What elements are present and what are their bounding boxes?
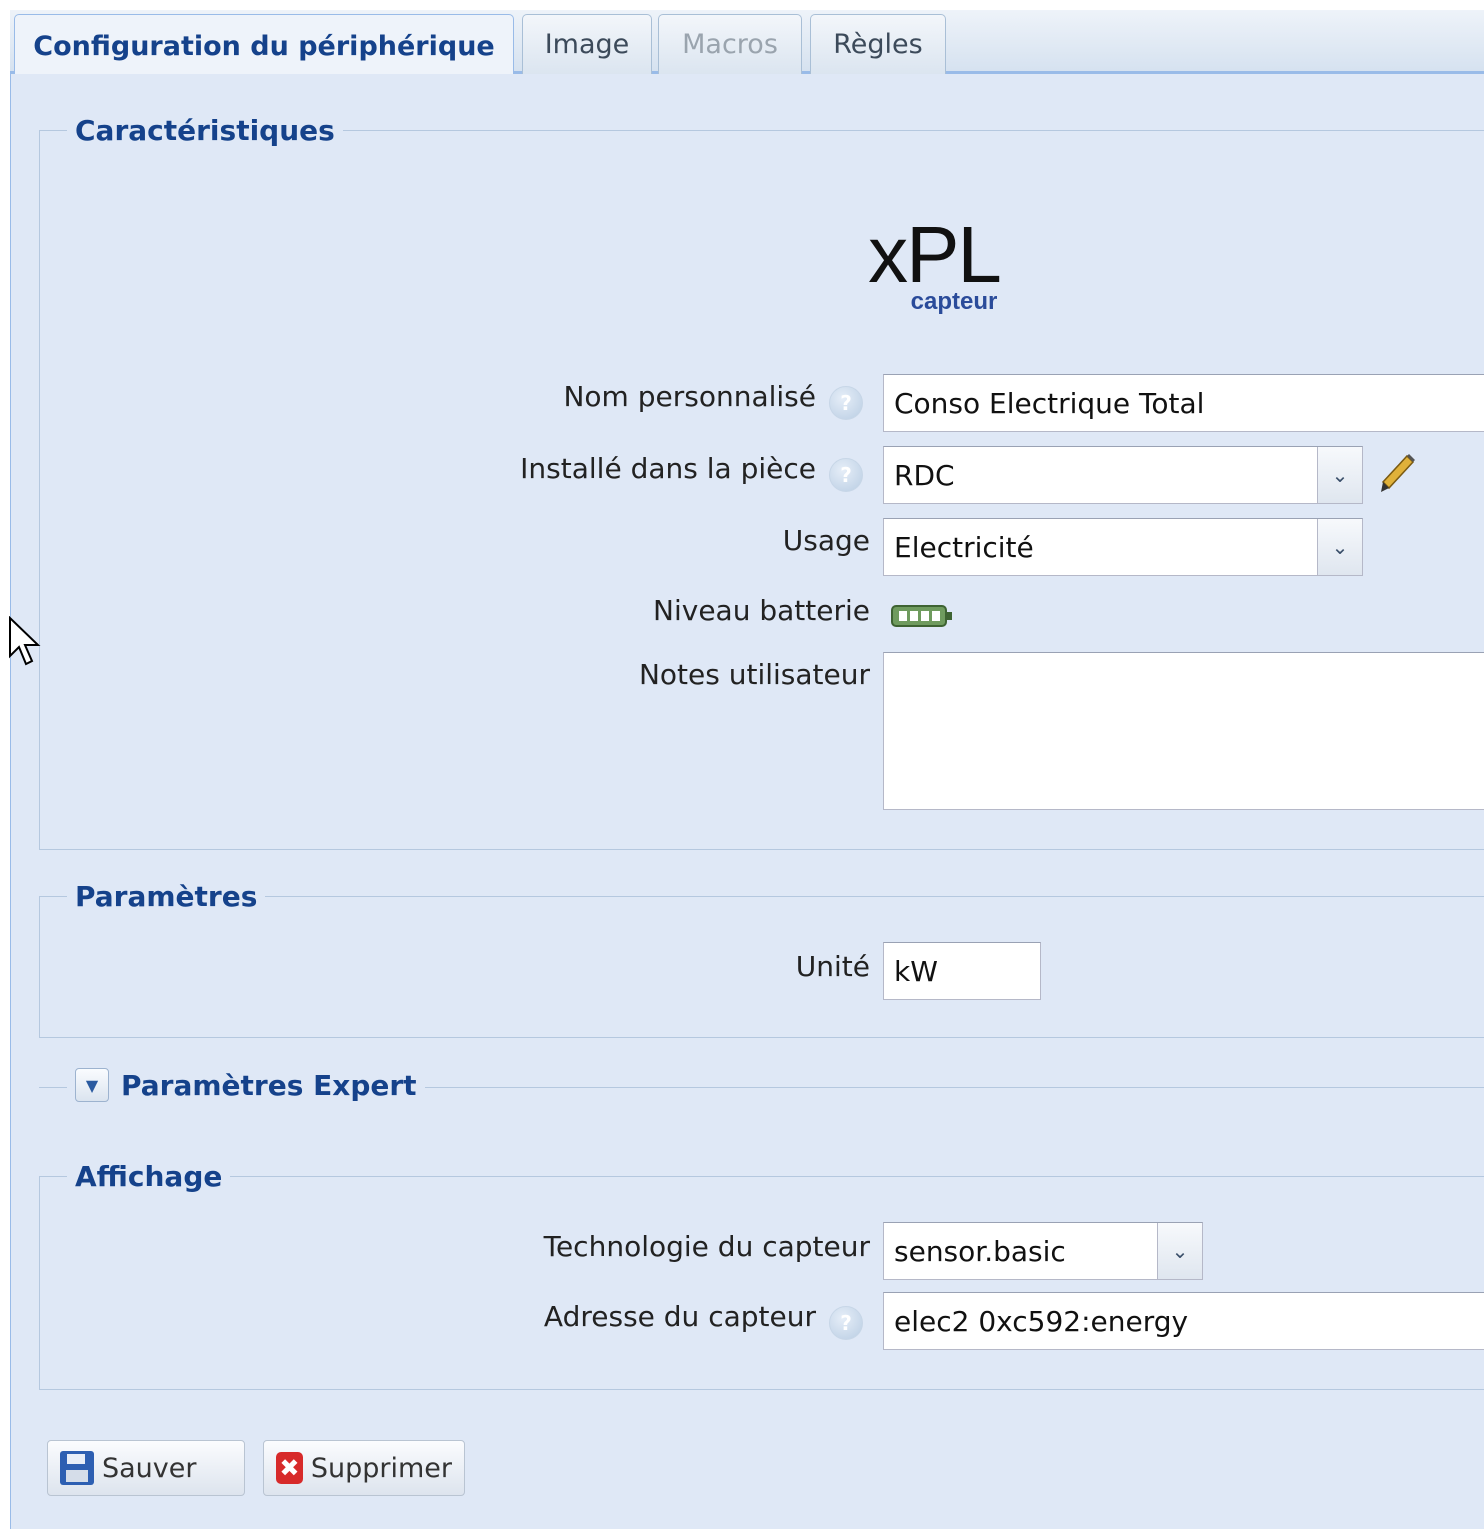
unit-label: Unité <box>795 950 870 983</box>
battery-label: Niveau batterie <box>653 594 870 627</box>
xpl-logo: xPL capteur <box>859 214 1009 316</box>
battery-cell <box>921 611 929 621</box>
battery-icon <box>891 604 953 628</box>
address-label: Adresse du capteur <box>543 1300 816 1333</box>
display-legend: Affichage <box>67 1160 231 1193</box>
characteristics-legend: Caractéristiques <box>67 114 343 147</box>
chevron-down-icon[interactable]: ⌄ <box>1157 1223 1202 1279</box>
tech-label: Technologie du capteur <box>543 1230 870 1263</box>
save-button[interactable]: Sauver <box>47 1440 245 1496</box>
expert-legend: Paramètres Expert <box>121 1068 417 1102</box>
usage-label: Usage <box>782 524 870 557</box>
delete-button[interactable]: ✖ Supprimer <box>263 1440 465 1496</box>
xpl-logo-main: xPL <box>868 210 1002 299</box>
help-icon[interactable]: ? <box>829 458 863 492</box>
collapse-toggle-icon[interactable]: ▼ <box>75 1068 109 1102</box>
save-button-label: Sauver <box>102 1452 197 1484</box>
usage-select-value: Electricité <box>894 530 1034 564</box>
display-fieldset <box>39 1176 1484 1390</box>
tab-bar: Configuration du périphérique Image Macr… <box>10 10 1484 77</box>
usage-select[interactable]: Electricité ⌄ <box>883 518 1363 576</box>
device-config-panel: Caractéristiques xPL capteur Nom personn… <box>10 74 1484 1529</box>
delete-button-label: Supprimer <box>310 1452 452 1484</box>
chevron-down-icon[interactable]: ⌄ <box>1317 519 1362 575</box>
notes-textarea[interactable] <box>883 652 1484 810</box>
expert-header[interactable]: ▼ Paramètres Expert <box>67 1068 425 1102</box>
room-select-value: RDC <box>894 458 955 492</box>
notes-label: Notes utilisateur <box>638 658 870 691</box>
mouse-cursor-icon <box>8 615 44 670</box>
battery-cell <box>910 611 918 621</box>
tab-image[interactable]: Image <box>522 14 652 74</box>
room-label: Installé dans la pièce <box>520 452 816 485</box>
tab-configuration[interactable]: Configuration du périphérique <box>14 14 514 77</box>
battery-cell <box>899 611 907 621</box>
delete-icon: ✖ <box>276 1452 303 1484</box>
tab-macros[interactable]: Macros <box>658 14 802 74</box>
parameters-fieldset <box>39 896 1484 1038</box>
help-icon[interactable]: ? <box>829 386 863 420</box>
room-select[interactable]: RDC ⌄ <box>883 446 1363 504</box>
address-input[interactable]: elec2 0xc592:energy <box>883 1292 1484 1350</box>
unit-input[interactable]: kW <box>883 942 1041 1000</box>
custom-name-label: Nom personnalisé <box>563 380 816 413</box>
tech-select-value: sensor.basic <box>894 1234 1066 1268</box>
chevron-down-icon[interactable]: ⌄ <box>1317 447 1362 503</box>
pencil-icon[interactable] <box>1377 452 1417 496</box>
battery-cell <box>932 611 940 621</box>
parameters-legend: Paramètres <box>67 880 266 913</box>
tab-rules[interactable]: Règles <box>810 14 946 74</box>
custom-name-input[interactable]: Conso Electrique Total <box>883 374 1484 432</box>
save-icon <box>60 1451 94 1485</box>
help-icon[interactable]: ? <box>829 1306 863 1340</box>
tech-select[interactable]: sensor.basic ⌄ <box>883 1222 1203 1280</box>
